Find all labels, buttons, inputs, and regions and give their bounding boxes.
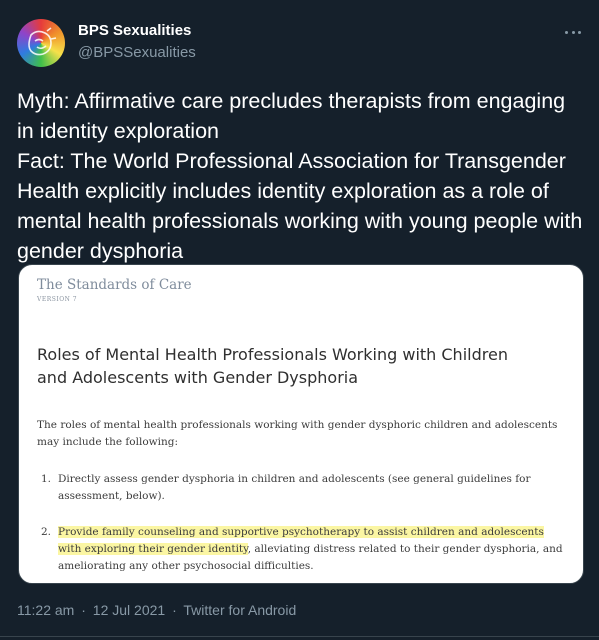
display-name[interactable]: BPS Sexualities xyxy=(78,22,191,39)
meta-separator: · xyxy=(81,602,86,618)
logo-sketch xyxy=(28,27,57,56)
tweet-source[interactable]: Twitter for Android xyxy=(183,602,296,618)
tweet-text: Myth: Affirmative care precludes therapi… xyxy=(17,89,583,263)
list-item-text: Directly assess gender dysphoria in chil… xyxy=(58,473,531,502)
document-title: The Standards of Care xyxy=(37,277,192,293)
list-item-text: Provide family counseling and supportive… xyxy=(58,524,568,575)
more-icon[interactable] xyxy=(565,22,581,42)
intro-paragraph: The roles of mental health professionals… xyxy=(37,419,558,448)
divider xyxy=(0,636,599,637)
section-heading: Roles of Mental Health Professionals Wor… xyxy=(37,345,508,387)
avatar[interactable] xyxy=(17,19,65,67)
document-version: VERSION 7 xyxy=(37,296,78,303)
tweet-time[interactable]: 11:22 am xyxy=(17,602,74,618)
list-number: 1. xyxy=(41,473,52,485)
more-dot xyxy=(571,30,575,34)
more-dot xyxy=(578,30,581,34)
tweet-image[interactable]: The Standards of Care VERSION 7 Roles of… xyxy=(18,264,584,584)
list-number: 2. xyxy=(41,526,52,538)
meta-separator: · xyxy=(172,602,177,618)
tweet-date[interactable]: 12 Jul 2021 xyxy=(93,602,165,618)
user-handle[interactable]: @BPSSexualities xyxy=(78,44,196,61)
more-dot xyxy=(565,30,568,34)
tweet-metadata: 11:22 am · 12 Jul 2021 · Twitter for And… xyxy=(17,602,296,618)
tweet: BPS Sexualities @BPSSexualities Myth: Af… xyxy=(0,0,599,640)
